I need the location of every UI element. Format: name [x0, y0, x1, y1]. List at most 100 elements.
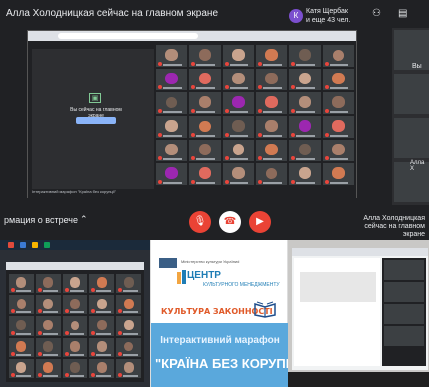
app-icon — [8, 242, 14, 248]
participant-tile — [289, 115, 321, 138]
participant-tile — [116, 358, 141, 378]
mic-muted-icon — [91, 330, 96, 335]
avatar[interactable]: К — [289, 9, 303, 23]
mic-muted-icon — [258, 61, 262, 66]
participant-tile — [62, 295, 88, 315]
participant-video — [199, 120, 211, 132]
participant-tile — [222, 45, 254, 67]
participant-video — [332, 49, 344, 61]
meeting-info-link[interactable]: рмация о встрече — [4, 215, 78, 225]
laptop-screen — [6, 262, 144, 382]
chevron-up-icon[interactable]: ⌃ — [80, 214, 88, 225]
participant-video — [165, 143, 178, 156]
mic-muted-icon — [324, 156, 329, 161]
participant-label — [16, 332, 31, 335]
chat-icon[interactable]: ▤ — [398, 8, 407, 19]
marathon-line: Інтерактивний марафон — [160, 335, 280, 346]
participant-video — [265, 119, 278, 132]
mic-muted-icon — [224, 85, 229, 90]
mic-muted-icon — [258, 108, 262, 113]
participant-tile — [256, 45, 288, 67]
mic-muted-icon — [158, 61, 162, 66]
participant-label — [163, 134, 182, 137]
participant-video — [332, 143, 345, 156]
address-bar — [58, 33, 198, 39]
participant-label — [69, 353, 85, 356]
participant-tile — [9, 295, 34, 315]
mic-muted-icon — [118, 309, 123, 314]
mic-muted-icon — [91, 288, 96, 293]
centre-logo-icon — [177, 270, 186, 284]
centre-name: ЦЕНТР — [187, 270, 221, 281]
participant-tile — [89, 274, 115, 294]
participant-tile — [9, 337, 34, 357]
participant-tile — [116, 274, 141, 294]
participant-video — [96, 362, 107, 373]
participant-video — [298, 48, 312, 61]
participant-video — [123, 277, 134, 288]
participant-tile — [222, 115, 254, 138]
mic-muted-icon — [37, 330, 42, 335]
participant-tile — [116, 316, 141, 336]
participant-tile — [322, 163, 354, 185]
mic-muted-icon — [64, 309, 69, 314]
participant-video — [70, 341, 80, 352]
mic-muted-icon — [37, 288, 42, 293]
participant-video — [16, 362, 27, 373]
meet-controls: рмация о встрече ⌃ 🎙 ☎ ▶ Алла Холодницка… — [0, 205, 429, 240]
viewer-name: Катя Щербак — [306, 8, 348, 15]
people-icon[interactable]: ⚇ — [372, 8, 381, 19]
mic-muted-icon — [324, 85, 329, 90]
participant-name[interactable]: Катя Щербак и еще 43 чел. — [306, 7, 350, 25]
participant-video — [265, 48, 278, 61]
participant-video — [265, 143, 278, 156]
mic-muted-icon — [258, 85, 262, 90]
mic-muted-icon — [291, 61, 296, 66]
side-participants — [382, 258, 426, 366]
mic-muted-icon — [11, 373, 15, 377]
event-poster: Міністерство культури Україниd ЦЕНТР КУЛ… — [150, 240, 309, 387]
mic-muted-icon — [11, 330, 15, 335]
participant-video — [265, 96, 278, 109]
participant-video — [198, 48, 212, 61]
mic-muted-icon — [158, 132, 162, 137]
participant-label — [163, 63, 182, 66]
participant-label — [229, 110, 249, 113]
participant-tile — [222, 139, 254, 162]
participant-video — [232, 72, 245, 85]
participant-tile — [156, 68, 188, 91]
end-call-button[interactable]: ☎ — [219, 211, 241, 233]
participant-label — [163, 87, 182, 90]
participant-tile — [384, 260, 424, 280]
ministry-name: Міністерство культури Україниd — [181, 259, 240, 264]
stop-presenting-button[interactable] — [76, 117, 116, 124]
mic-muted-icon — [224, 61, 229, 66]
mic-muted-icon — [37, 351, 42, 356]
book-icon — [254, 301, 276, 318]
camera-toggle-button[interactable]: ▶ — [249, 211, 271, 233]
mic-toggle-button[interactable]: 🎙 — [189, 211, 211, 233]
presenting-panel: ▣ Вы сейчас на главном экране — [32, 49, 154, 189]
participant-label — [329, 63, 349, 66]
participant-label — [229, 87, 249, 90]
participant-label — [123, 375, 139, 377]
participant-tile — [116, 295, 141, 315]
participant-video — [165, 72, 178, 85]
participant-label — [42, 332, 58, 335]
participant-video — [232, 48, 245, 61]
participant-tile — [62, 274, 88, 294]
participant-video — [232, 119, 245, 132]
participant-tile — [89, 316, 115, 336]
mic-muted-icon — [324, 108, 329, 113]
participant-video — [43, 277, 54, 288]
mic-muted-icon — [291, 132, 296, 137]
participant-video — [16, 277, 27, 288]
mic-muted-icon — [191, 108, 196, 113]
participant-tile — [322, 139, 354, 162]
participant-label — [96, 353, 112, 356]
mic-muted-icon — [191, 61, 196, 66]
participant-label — [16, 375, 31, 377]
participant-tile — [384, 304, 424, 324]
participant-label — [96, 332, 112, 335]
participants-grid — [156, 45, 354, 185]
